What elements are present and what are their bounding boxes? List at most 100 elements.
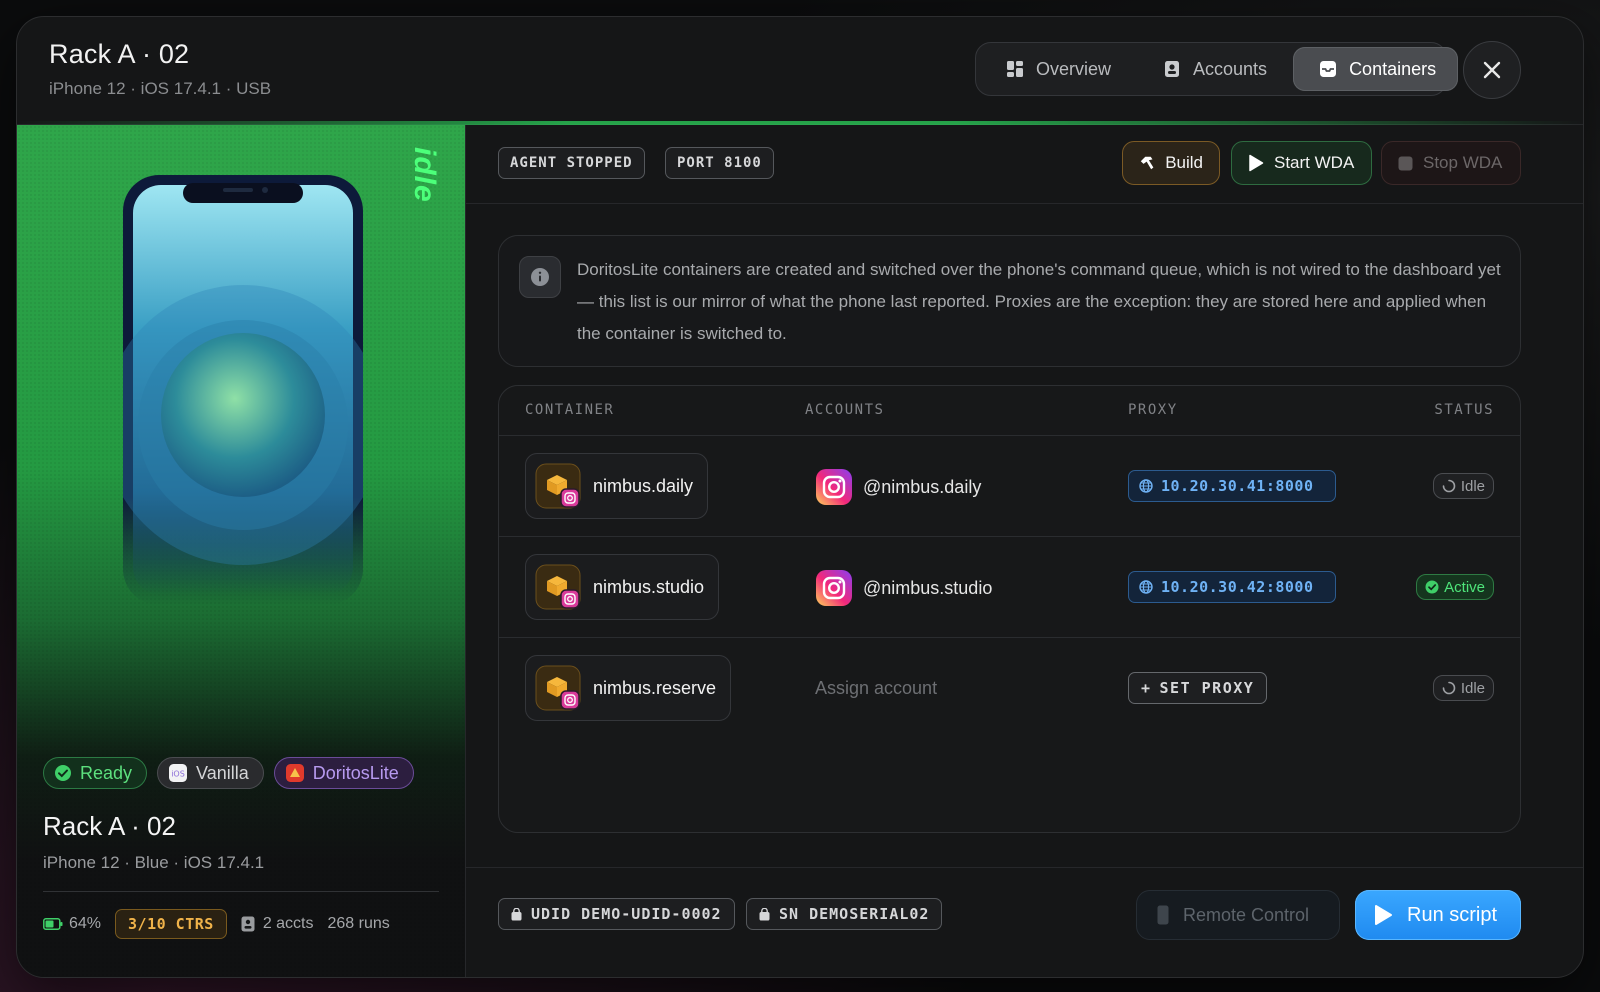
proxy-address: 10.20.30.41:8000	[1161, 477, 1314, 495]
start-wda-label: Start WDA	[1274, 153, 1355, 172]
modal-footer: UDID DEMO-UDID-0002 SN DEMOSERIAL02 Remo…	[466, 867, 1583, 977]
globe-icon	[1139, 479, 1153, 493]
column-header-proxy: PROXY	[1128, 402, 1178, 418]
tab-accounts[interactable]: Accounts	[1137, 47, 1289, 91]
lock-icon	[759, 907, 770, 920]
container-name-chip[interactable]: nimbus.reserve	[525, 655, 732, 721]
stop-wda-button[interactable]: Stop WDA	[1381, 141, 1521, 185]
doritos-app-icon	[285, 764, 304, 782]
accounts-count: 2 accts	[262, 915, 314, 932]
tab-containers-label: Containers	[1349, 58, 1437, 79]
ready-badge-label: Ready	[80, 762, 133, 783]
tray-icon	[1320, 61, 1337, 77]
check-circle-icon	[1425, 580, 1439, 594]
stop-icon	[1398, 156, 1413, 170]
battery-icon	[43, 918, 63, 930]
build-button[interactable]: Build	[1122, 141, 1220, 185]
container-box-icon	[535, 463, 581, 509]
page-subtitle: iPhone 12 · iOS 17.4.1 · USB	[49, 79, 272, 98]
device-modal: Rack A · 02 iPhone 12 · iOS 17.4.1 · USB…	[16, 16, 1584, 978]
idle-icon	[1442, 479, 1456, 493]
table-row[interactable]: nimbus.daily @nimbus.daily 10.20.30.41:8…	[499, 436, 1520, 537]
column-header-container: CONTAINER	[525, 402, 615, 418]
run-script-button[interactable]: Run script	[1355, 890, 1521, 940]
set-proxy-button[interactable]: + SET PROXY	[1128, 672, 1268, 704]
status-badge: Active	[1416, 574, 1494, 600]
table-row[interactable]: nimbus.studio @nimbus.studio 10.20.30.42…	[499, 537, 1520, 638]
remote-control-button[interactable]: Remote Control	[1136, 890, 1340, 940]
phone-icon	[1157, 905, 1169, 925]
device-preview-panel: idle Ready iOS Vanilla DoritosLite Rack …	[17, 125, 466, 977]
device-badges: Ready iOS Vanilla DoritosLite	[43, 757, 414, 789]
instagram-icon	[816, 570, 852, 606]
tab-containers[interactable]: Containers	[1293, 47, 1459, 91]
column-header-accounts: ACCOUNTS	[805, 402, 885, 418]
udid-value: UDID DEMO-UDID-0002	[531, 905, 722, 923]
play-icon	[1249, 154, 1264, 172]
table-header: CONTAINER ACCOUNTS PROXY STATUS	[499, 386, 1520, 436]
instagram-icon	[816, 469, 852, 505]
container-name-chip[interactable]: nimbus.studio	[525, 554, 720, 620]
stop-wda-label: Stop WDA	[1423, 153, 1503, 172]
proxy-chip[interactable]: 10.20.30.41:8000	[1128, 470, 1336, 502]
modal-header: Rack A · 02 iPhone 12 · iOS 17.4.1 · USB…	[17, 17, 1583, 125]
serial-chip[interactable]: SN DEMOSERIAL02	[746, 898, 943, 930]
containers-table: CONTAINER ACCOUNTS PROXY STATUS nimbus.d…	[498, 385, 1521, 833]
container-box-icon	[535, 564, 581, 610]
page-title: Rack A · 02	[49, 39, 190, 69]
play-icon	[1375, 905, 1392, 925]
container-name: nimbus.daily	[593, 475, 694, 496]
battery-percent: 64%	[69, 915, 102, 932]
battery-stat: 64%	[43, 915, 101, 933]
account-handle: @nimbus.daily	[863, 476, 982, 497]
device-state-label: idle	[408, 147, 441, 203]
container-name-chip[interactable]: nimbus.daily	[525, 453, 709, 519]
tab-accounts-label: Accounts	[1193, 58, 1268, 79]
status-badge: Idle	[1432, 675, 1494, 701]
hammer-icon	[1140, 156, 1154, 170]
accounts-stat: 2 accts	[241, 915, 314, 933]
tab-overview-label: Overview	[1036, 58, 1112, 79]
table-row[interactable]: nimbus.reserve Assign account + SET PROX…	[499, 638, 1520, 739]
close-button[interactable]	[1463, 41, 1521, 99]
container-count-badge: 3/10 CTRS	[115, 909, 227, 939]
proxy-chip[interactable]: 10.20.30.42:8000	[1128, 571, 1336, 603]
container-name: nimbus.studio	[593, 576, 705, 597]
doritoslite-badge: DoritosLite	[273, 757, 414, 789]
port-chip: PORT 8100	[665, 147, 774, 179]
grid-icon	[1007, 61, 1023, 77]
doritoslite-badge-label: DoritosLite	[312, 762, 399, 783]
assign-account-link[interactable]: Assign account	[815, 678, 937, 699]
agent-status-chip: AGENT STOPPED	[498, 147, 645, 179]
start-wda-button[interactable]: Start WDA	[1231, 141, 1372, 185]
lock-icon	[511, 907, 522, 920]
divider	[43, 891, 439, 892]
agent-toolbar: AGENT STOPPED PORT 8100 Build Start WDA …	[466, 125, 1583, 204]
close-icon	[1483, 61, 1501, 79]
run-script-label: Run script	[1407, 903, 1498, 926]
id-badge-icon	[1165, 61, 1180, 77]
container-name: nimbus.reserve	[593, 677, 717, 698]
ready-badge: Ready	[43, 757, 148, 789]
vanilla-badge: iOS Vanilla	[157, 757, 264, 789]
ios-icon: iOS	[169, 764, 188, 782]
build-button-label: Build	[1165, 153, 1203, 172]
info-icon	[519, 256, 561, 298]
status-label: Active	[1444, 578, 1485, 596]
device-title: Rack A · 02	[43, 811, 176, 841]
info-callout: DoritosLite containers are created and s…	[498, 235, 1521, 367]
svg-text:iOS: iOS	[171, 770, 185, 779]
account-cell[interactable]: @nimbus.studio	[815, 569, 992, 607]
udid-chip[interactable]: UDID DEMO-UDID-0002	[498, 898, 735, 930]
tab-overview[interactable]: Overview	[980, 47, 1133, 91]
check-circle-icon	[55, 765, 71, 781]
status-badge: Idle	[1432, 473, 1494, 499]
proxy-address: 10.20.30.42:8000	[1161, 578, 1314, 596]
account-cell[interactable]: @nimbus.daily	[815, 468, 981, 506]
iphone-illustration	[123, 175, 363, 605]
vanilla-badge-label: Vanilla	[196, 762, 249, 783]
device-subtitle: iPhone 12 · Blue · iOS 17.4.1	[43, 853, 265, 872]
id-badge-icon	[241, 916, 255, 932]
column-header-status: STATUS	[1434, 402, 1494, 418]
idle-icon	[1442, 681, 1456, 695]
